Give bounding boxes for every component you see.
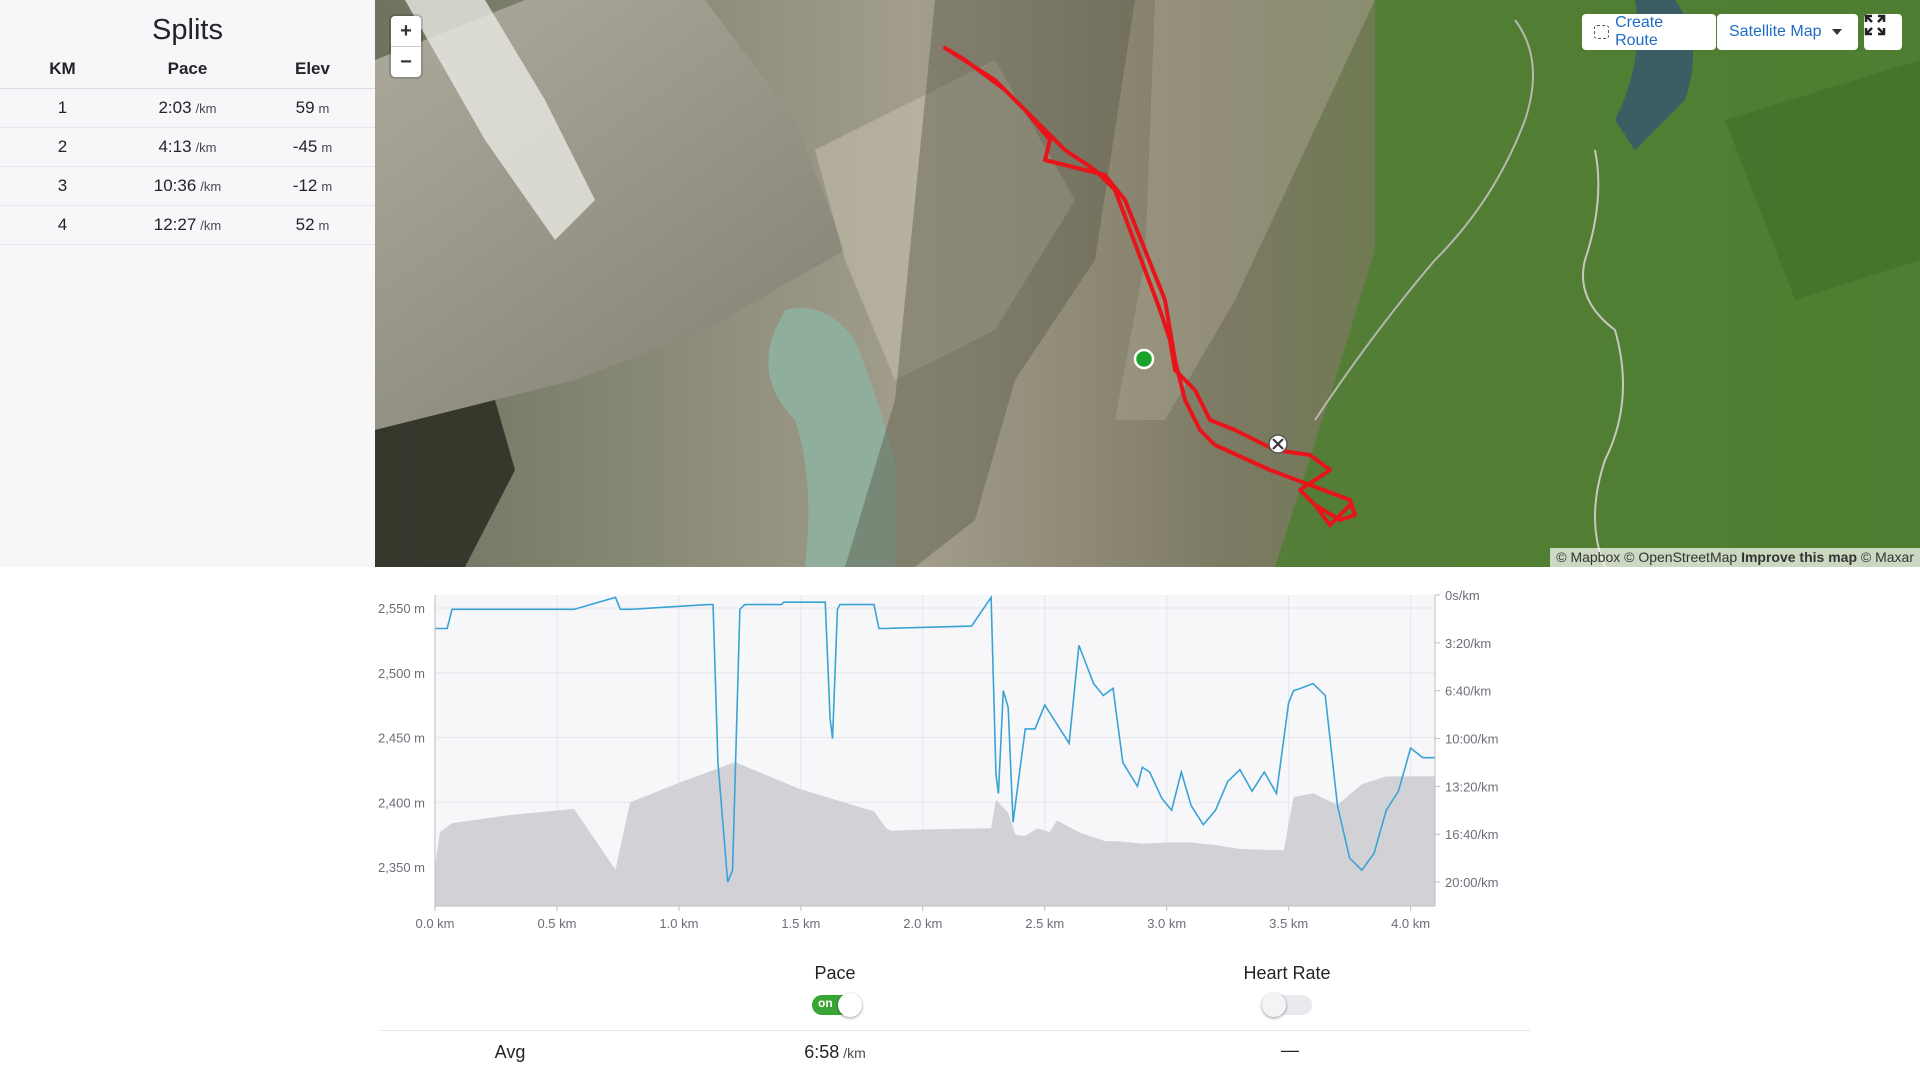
- map-imagery: [375, 0, 1920, 567]
- x-tick-label: 2.5 km: [1025, 916, 1064, 931]
- y-left-tick-label: 2,450 m: [378, 731, 425, 746]
- y-right-tick-label: 13:20/km: [1445, 779, 1498, 794]
- x-tick-label: 4.0 km: [1391, 916, 1430, 931]
- fullscreen-button[interactable]: [1864, 14, 1902, 50]
- split-pace: 2:03/km: [125, 98, 250, 118]
- avg-pace: 6:58/km: [760, 1042, 910, 1063]
- split-elev: -12 m: [250, 176, 375, 196]
- zoom-out-button[interactable]: −: [391, 46, 421, 77]
- split-pace: 10:36/km: [125, 176, 250, 196]
- x-tick-label: 1.0 km: [659, 916, 698, 931]
- split-km: 2: [57, 137, 68, 156]
- zoom-control: + −: [391, 16, 421, 77]
- split-elev-value: -12: [292, 176, 318, 195]
- y-right-tick-label: 10:00/km: [1445, 732, 1498, 747]
- heart-rate-label: Heart Rate: [1243, 963, 1331, 983]
- table-row: 3 10:36/km -12 m: [0, 167, 375, 206]
- x-tick-label: 0.0 km: [415, 916, 454, 931]
- split-pace-value: 4:13: [158, 137, 192, 156]
- pace-toggle-text: on: [818, 996, 833, 1010]
- split-pace: 4:13/km: [125, 137, 250, 157]
- y-left-tick-label: 2,400 m: [378, 795, 425, 810]
- create-route-label: Create Route: [1615, 14, 1664, 49]
- attrib-osm[interactable]: © OpenStreetMap: [1624, 549, 1737, 565]
- y-right-tick-label: 20:00/km: [1445, 875, 1498, 890]
- satellite-map[interactable]: + − Create Route Satellite Map © Mapbox …: [375, 0, 1920, 567]
- start-marker-icon[interactable]: [1133, 348, 1155, 370]
- y-right-tick-label: 16:40/km: [1445, 827, 1498, 842]
- heart-rate-toggle[interactable]: [1262, 993, 1312, 1017]
- x-tick-label: 2.0 km: [903, 916, 942, 931]
- avg-pace-unit: /km: [843, 1045, 866, 1061]
- split-elev-value: -45: [292, 137, 318, 156]
- split-pace: 12:27/km: [125, 215, 250, 235]
- avg-pace-value: 6:58: [804, 1042, 840, 1062]
- attrib-maxar[interactable]: © Maxar: [1861, 549, 1914, 565]
- splits-title: Splits: [152, 14, 223, 46]
- map-attribution: © Mapbox © OpenStreetMap Improve this ma…: [1550, 548, 1920, 567]
- toggle-knob: [1262, 993, 1286, 1017]
- x-tick-label: 3.0 km: [1147, 916, 1186, 931]
- map-type-label: Satellite Map: [1729, 23, 1822, 40]
- map-type-dropdown[interactable]: Satellite Map: [1717, 14, 1858, 50]
- split-pace-value: 12:27: [153, 215, 197, 234]
- split-elev: 59 m: [250, 98, 375, 118]
- avg-label: Avg: [494, 1042, 526, 1062]
- split-km: 4: [57, 215, 68, 234]
- y-left-tick-label: 2,350 m: [378, 860, 425, 875]
- x-tick-label: 1.5 km: [781, 916, 820, 931]
- divider: [380, 1030, 1530, 1031]
- table-row: 1 2:03/km 59 m: [0, 89, 375, 128]
- split-elev-unit: m: [318, 218, 330, 233]
- pace-toggle[interactable]: on: [812, 993, 862, 1017]
- split-pace-unit: /km: [195, 140, 217, 155]
- split-elev-unit: m: [318, 101, 330, 116]
- header-pace: Pace: [167, 59, 208, 78]
- y-left-tick-label: 2,550 m: [378, 601, 425, 616]
- attrib-mapbox[interactable]: © Mapbox: [1556, 549, 1620, 565]
- header-elev: Elev: [295, 59, 330, 78]
- split-km: 3: [57, 176, 68, 195]
- table-row: 2 4:13/km -45 m: [0, 128, 375, 167]
- split-pace-value: 10:36: [153, 176, 197, 195]
- elevation-pace-chart: 0.0 km 0.5 km 1.0 km 1.5 km 2.0 km 2.5 km 3.0 …: [378, 588, 1498, 931]
- splits-panel: Splits KM Pace Elev 1 2:03/km 59 m 2 4:13…: [0, 0, 376, 567]
- y-right-tick-label: 6:40/km: [1445, 684, 1491, 699]
- split-km: 1: [57, 98, 68, 117]
- fullscreen-icon: [1864, 14, 1886, 36]
- split-elev-unit: m: [321, 179, 333, 194]
- split-elev: 52 m: [250, 215, 375, 235]
- x-tick-label: 0.5 km: [537, 916, 576, 931]
- create-route-button[interactable]: Create Route: [1582, 14, 1716, 50]
- attrib-improve-link[interactable]: Improve this map: [1741, 549, 1857, 565]
- toggle-knob: [838, 993, 862, 1017]
- split-pace-unit: /km: [200, 179, 222, 194]
- x-tick-label: 3.5 km: [1269, 916, 1308, 931]
- split-elev: -45 m: [250, 137, 375, 157]
- table-row: 4 12:27/km 52 m: [0, 206, 375, 245]
- zoom-in-button[interactable]: +: [391, 16, 421, 46]
- split-pace-unit: /km: [200, 218, 222, 233]
- route-icon: [1594, 25, 1610, 39]
- pace-label: Pace: [814, 963, 856, 983]
- y-right-tick-label: 0s/km: [1445, 588, 1480, 603]
- split-pace-unit: /km: [195, 101, 217, 116]
- avg-heart-rate: —: [1281, 1040, 1299, 1060]
- split-elev-value: 59: [295, 98, 315, 117]
- splits-table-body: 1 2:03/km 59 m 2 4:13/km -45 m 3 10:36/km …: [0, 89, 375, 245]
- header-km: KM: [49, 59, 76, 78]
- split-elev-value: 52: [295, 215, 315, 234]
- chevron-down-icon: [1831, 29, 1842, 35]
- y-left-tick-label: 2,500 m: [378, 666, 425, 681]
- splits-header: KM Pace Elev: [0, 50, 375, 89]
- split-elev-unit: m: [321, 140, 333, 155]
- split-pace-value: 2:03: [158, 98, 192, 117]
- y-right-tick-label: 3:20/km: [1445, 636, 1491, 651]
